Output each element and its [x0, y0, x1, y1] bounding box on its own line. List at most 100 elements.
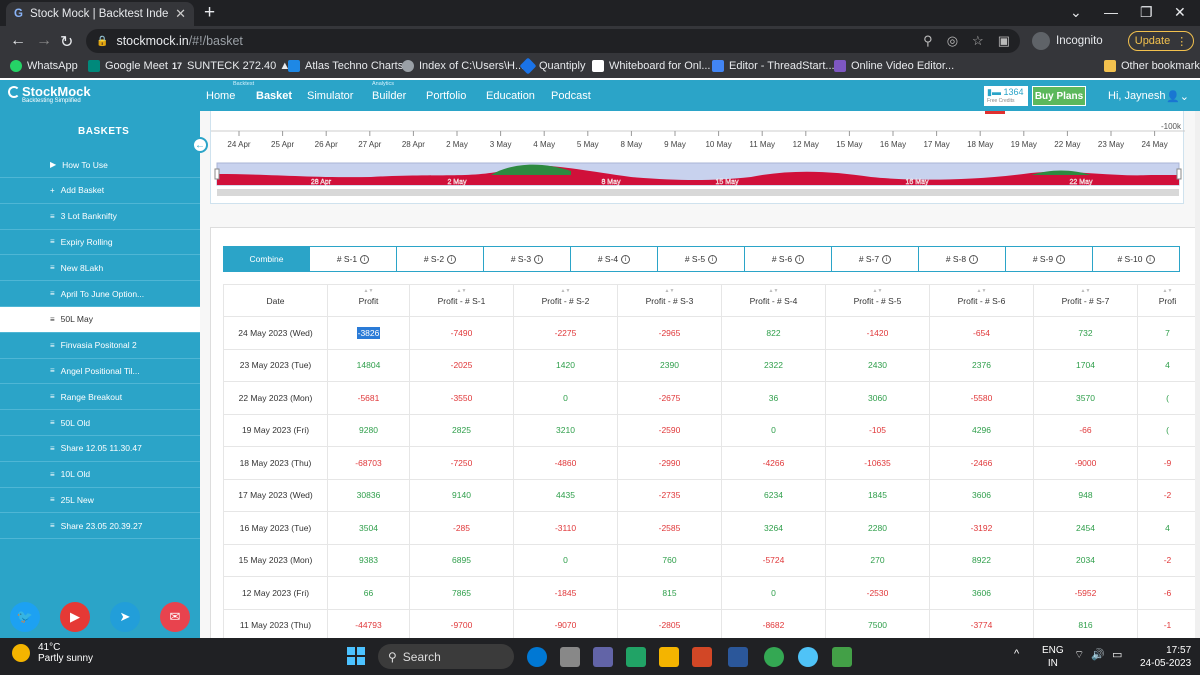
bookmark-index[interactable]: Index of C:\Users\H... [402, 60, 524, 72]
sort-icon[interactable]: ▲▼ [329, 289, 409, 294]
powerpoint-icon[interactable] [692, 647, 712, 667]
sidebar-item[interactable]: ≡ 50L May [0, 306, 200, 333]
nav-simulator[interactable]: Simulator [307, 90, 353, 102]
info-icon[interactable]: i [621, 254, 631, 264]
word-icon[interactable] [728, 647, 748, 667]
sidebar-item[interactable]: ≡ April To June Option... [0, 281, 200, 307]
sort-icon[interactable]: ▲▼ [619, 289, 721, 294]
app-icon-2[interactable] [832, 647, 852, 667]
language-indicator[interactable]: ENG IN [1042, 644, 1064, 670]
tab-search-icon[interactable]: ⌄ [1070, 4, 1082, 21]
close-tab-icon[interactable]: ✕ [175, 6, 186, 22]
nav-education[interactable]: Education [486, 90, 535, 102]
close-window-button[interactable]: ✕ [1174, 4, 1186, 21]
system-clock[interactable]: 17:57 24-05-2023 [1140, 644, 1191, 670]
bookmark-editor[interactable]: Editor - ThreadStart... [712, 60, 835, 72]
column-header[interactable]: ▲▼ Profit - # S-6 [929, 284, 1034, 317]
strategy-tab[interactable]: # S-6 i [745, 246, 832, 272]
reload-icon[interactable]: ↻ [60, 32, 73, 52]
new-tab-button[interactable]: + [204, 2, 215, 24]
buy-plans-button[interactable]: Buy Plans [1032, 86, 1086, 106]
strategy-tab[interactable]: # S-8 i [919, 246, 1006, 272]
column-header[interactable]: ▲▼ Profit - # S-3 [617, 284, 722, 317]
strategy-tab[interactable]: # S-3 i [484, 246, 571, 272]
telegram-icon[interactable]: ➤ [110, 602, 140, 632]
bing-icon[interactable] [527, 647, 547, 667]
sidebar-item[interactable]: ≡ Share 23.05 20.39.27 [0, 513, 200, 540]
nav-portfolio[interactable]: Portfolio [426, 90, 466, 102]
strategy-tab[interactable]: Combine [223, 246, 310, 272]
column-header[interactable]: ▲▼ Profit - # S-4 [721, 284, 826, 317]
sidebar-item[interactable]: ≡ Finvasia Positonal 2 [0, 333, 200, 359]
credits-badge[interactable]: ▮▬ 1364 Free Credits [984, 86, 1028, 106]
sort-icon[interactable]: ▲▼ [723, 289, 825, 294]
column-header[interactable]: ▲▼ Profi [1137, 284, 1198, 317]
nav-basket[interactable]: Basket [256, 90, 292, 102]
chrome-icon[interactable] [764, 647, 784, 667]
nav-podcast[interactable]: Podcast [551, 90, 591, 102]
bookmark-star-icon[interactable]: ☆ [972, 33, 984, 49]
back-arrow-icon[interactable]: ← [10, 32, 26, 50]
task-view-icon[interactable] [560, 647, 580, 667]
twitter-icon[interactable]: 🐦 [10, 602, 40, 632]
taskbar-search[interactable]: ⚲ Search [378, 644, 514, 669]
incognito-indicator[interactable]: Incognito [1032, 32, 1103, 50]
mail-icon[interactable]: ✉ [160, 602, 190, 632]
strategy-tab[interactable]: # S-1 i [310, 246, 397, 272]
sidebar-item[interactable]: ≡ 25L New [0, 487, 200, 514]
network-sound-battery[interactable]: ⌔ 🔊 ▭ [1074, 648, 1122, 662]
bookmark-google-meet[interactable]: Google Meet [88, 60, 168, 72]
bookmark-whiteboard[interactable]: Whiteboard for Onl... [592, 60, 711, 72]
zoom-icon[interactable]: ⚲ [923, 33, 933, 49]
bookmark-whatsapp[interactable]: WhatsApp [10, 60, 78, 72]
stockmock-logo[interactable]: StockMock Backtesting Simplified [8, 84, 91, 104]
sidebar-item[interactable]: ≡ 10L Old [0, 462, 200, 488]
tray-chevron-icon[interactable]: ^ [1014, 648, 1019, 660]
info-icon[interactable]: i [1056, 254, 1066, 264]
column-header[interactable]: ▲▼ Profit - # S-7 [1033, 284, 1138, 317]
page-scrollbar[interactable] [1195, 111, 1200, 638]
sidebar-item[interactable]: + Add Basket [0, 178, 200, 204]
collapse-sidebar-button[interactable]: ← [192, 137, 208, 153]
sidebar-item[interactable]: ▶ How To Use [0, 152, 200, 178]
strategy-tab[interactable]: # S-7 i [832, 246, 919, 272]
windows-start-icon[interactable] [347, 647, 365, 665]
column-header[interactable]: ▲▼ Profit [327, 284, 410, 317]
info-icon[interactable]: i [708, 254, 718, 264]
sort-icon[interactable]: ▲▼ [1035, 289, 1137, 294]
column-header[interactable]: ▲▼ Profit - # S-5 [825, 284, 930, 317]
strategy-tab[interactable]: # S-9 i [1006, 246, 1093, 272]
strategy-tab[interactable]: # S-4 i [571, 246, 658, 272]
browser-tab[interactable]: G Stock Mock | Backtest Index Strat ✕ [6, 2, 194, 26]
update-button[interactable]: Update ⋮ [1128, 31, 1194, 51]
column-header[interactable]: Date [223, 284, 328, 317]
sidebar-item[interactable]: ≡ Expiry Rolling [0, 229, 200, 256]
sort-icon[interactable]: ▲▼ [411, 289, 513, 294]
column-header[interactable]: ▲▼ Profit - # S-1 [409, 284, 514, 317]
info-icon[interactable]: i [795, 254, 805, 264]
bookmark-sunteck[interactable]: 17 SUNTECK 272.40 ▲... [172, 60, 299, 72]
teams-icon[interactable] [593, 647, 613, 667]
strategy-tab[interactable]: # S-10 i [1093, 246, 1180, 272]
sort-icon[interactable]: ▲▼ [931, 289, 1033, 294]
minimize-button[interactable]: — [1104, 4, 1118, 20]
sidebar-item[interactable]: ≡ Angel Positional Til... [0, 358, 200, 385]
info-icon[interactable]: i [1145, 254, 1155, 264]
excel-icon[interactable] [626, 647, 646, 667]
youtube-icon[interactable]: ▶ [60, 602, 90, 632]
bookmark-quantiply[interactable]: Quantiply [519, 57, 585, 75]
sidebar-item[interactable]: ≡ Share 12.05 11.30.47 [0, 436, 200, 462]
nav-builder[interactable]: Builder [372, 90, 406, 102]
system-tray[interactable]: ^ [1014, 648, 1019, 660]
sidebar-item[interactable]: ≡ 3 Lot Banknifty [0, 204, 200, 230]
strategy-tab[interactable]: # S-2 i [397, 246, 484, 272]
column-header[interactable]: ▲▼ Profit - # S-2 [513, 284, 618, 317]
other-bookmarks[interactable]: Other bookmarks [1104, 60, 1200, 72]
address-bar[interactable]: 🔒 stockmock.in /#!/basket ⚲ ◎ ☆ ▣ [86, 29, 1020, 53]
weather-widget[interactable]: 41°C Partly sunny [12, 642, 93, 664]
sidebar-item[interactable]: ≡ New 8Lakh [0, 255, 200, 282]
user-menu-icon[interactable]: 👤⌄ [1166, 90, 1189, 103]
user-greeting[interactable]: Hi, Jaynesh [1108, 90, 1165, 102]
file-explorer-icon[interactable] [659, 647, 679, 667]
forward-arrow-icon[interactable]: → [36, 32, 52, 50]
